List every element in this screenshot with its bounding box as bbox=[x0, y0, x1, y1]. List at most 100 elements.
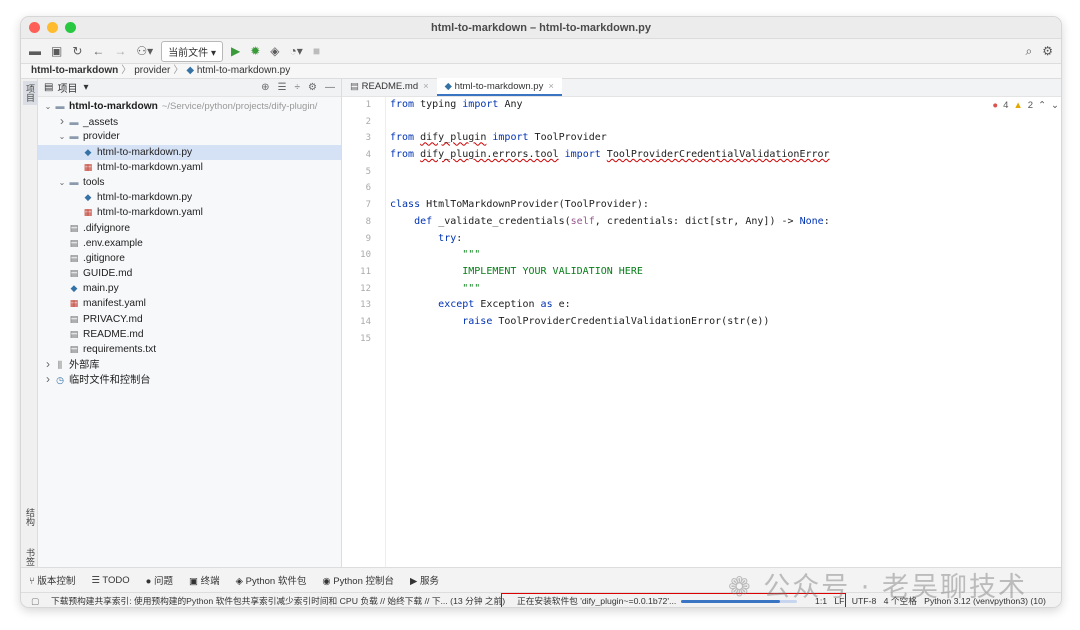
tree-item[interactable]: ▦ html-to-markdown.yaml bbox=[38, 160, 341, 175]
chevron-down-icon[interactable]: ⌄ bbox=[56, 129, 68, 144]
chevron-down-icon[interactable]: ⌄ bbox=[56, 175, 68, 190]
tree-item[interactable]: ▦ html-to-markdown.yaml bbox=[38, 205, 341, 220]
collapse-all-icon[interactable]: ÷ bbox=[295, 82, 301, 93]
sync-icon[interactable]: ↻ bbox=[70, 43, 84, 59]
profile-icon[interactable]: ◔▾ bbox=[288, 43, 305, 59]
tree-item-label: GUIDE.md bbox=[83, 268, 133, 280]
minimize-window-button[interactable] bbox=[47, 22, 58, 33]
settings-icon[interactable]: ⚙ bbox=[1042, 44, 1053, 59]
debug-icon[interactable]: ✹ bbox=[248, 43, 262, 59]
tree-item[interactable]: ▤ README.md bbox=[38, 327, 341, 342]
back-icon[interactable]: ← bbox=[90, 43, 106, 59]
project-tool-tab[interactable]: 项目 bbox=[23, 81, 38, 105]
tree-item[interactable]: ▤ requirements.txt bbox=[38, 342, 341, 357]
left-tool-strip: 项目 结构 书签 bbox=[21, 79, 38, 581]
tool-window-todo[interactable]: ☰ TODO bbox=[91, 575, 129, 586]
tree-item-label: tools bbox=[83, 176, 105, 188]
tree-item[interactable]: › ▬ _assets bbox=[38, 114, 341, 129]
ide-window: html-to-markdown – html-to-markdown.py ▬… bbox=[20, 16, 1062, 608]
close-window-button[interactable] bbox=[29, 22, 40, 33]
tree-item[interactable]: ⌄ ▬ html-to-markdown ~/Service/python/proje… bbox=[38, 99, 341, 114]
tree-item[interactable]: › ⫼ 外部库 bbox=[38, 357, 341, 372]
tool-window-problems[interactable]: ● 问题 bbox=[146, 573, 173, 587]
forward-icon[interactable]: → bbox=[112, 43, 128, 59]
run-configuration-select[interactable]: 当前文件 ▾ bbox=[161, 40, 223, 62]
tree-item[interactable]: ⌄ ▬ tools bbox=[38, 175, 341, 190]
tool-window-label: 终端 bbox=[200, 576, 220, 587]
code-line: IMPLEMENT YOUR VALIDATION HERE bbox=[390, 264, 1053, 281]
folder-icon[interactable]: ▬ bbox=[27, 43, 43, 59]
close-icon[interactable]: × bbox=[423, 81, 429, 92]
library-icon: ⫼ bbox=[57, 360, 63, 371]
vcs-icon[interactable]: ⚇▾ bbox=[134, 43, 155, 59]
coverage-icon[interactable]: ◈ bbox=[268, 43, 281, 59]
bookmarks-tool-tab[interactable]: 书签 bbox=[23, 545, 38, 569]
code-line: except Exception as e: bbox=[390, 297, 1053, 314]
hide-icon[interactable]: — bbox=[325, 82, 335, 93]
breadcrumb-project[interactable]: html-to-markdown bbox=[31, 65, 118, 76]
chevron-right-icon[interactable]: › bbox=[56, 114, 68, 129]
chevron-down-icon[interactable]: ▾ bbox=[83, 82, 88, 93]
text-file-icon: ▤ bbox=[69, 313, 79, 324]
code-string: """ bbox=[390, 282, 481, 294]
project-panel-title[interactable]: 项目 bbox=[57, 80, 77, 95]
code-line: from typing import Any bbox=[390, 97, 1053, 114]
tab-html-to-markdown-py[interactable]: ◆ html-to-markdown.py × bbox=[436, 78, 562, 96]
tree-item[interactable]: › ◷ 临时文件和控制台 bbox=[38, 372, 341, 387]
tab-readme[interactable]: ▤ README.md × bbox=[342, 78, 437, 96]
todo-icon: ☰ bbox=[91, 574, 103, 586]
tree-item[interactable]: ▤ GUIDE.md bbox=[38, 266, 341, 281]
code-self: self bbox=[570, 215, 595, 227]
code-keyword: from bbox=[390, 99, 415, 110]
tree-item[interactable]: ⌄ ▬ provider bbox=[38, 129, 341, 144]
tree-item[interactable]: ▤ PRIVACY.md bbox=[38, 312, 341, 327]
structure-tool-tab[interactable]: 结构 bbox=[23, 505, 38, 529]
tool-window-services[interactable]: ▶ 服务 bbox=[410, 573, 439, 587]
line-number: 10 bbox=[360, 250, 371, 261]
text-file-icon: ▤ bbox=[69, 328, 79, 339]
gear-icon[interactable]: ⚙ bbox=[308, 82, 317, 93]
chevron-right-icon[interactable]: › bbox=[42, 372, 54, 387]
breadcrumb-folder[interactable]: provider bbox=[134, 65, 170, 76]
progress-text[interactable]: 正在安装软件包 'dify_plugin~=0.0.1b72'... bbox=[517, 593, 676, 607]
tree-item[interactable]: ▤ .env.example bbox=[38, 236, 341, 251]
code-editor[interactable]: from typing import Any from dify_plugin i… bbox=[390, 97, 1053, 567]
python-file-icon: ◆ bbox=[186, 65, 195, 76]
chevron-down-icon[interactable]: ⌄ bbox=[42, 99, 54, 114]
zoom-window-button[interactable] bbox=[65, 22, 76, 33]
breadcrumb-file[interactable]: html-to-markdown.py bbox=[197, 65, 290, 76]
close-icon[interactable]: × bbox=[548, 81, 554, 92]
code-line: from dify_plugin import ToolProvider bbox=[390, 130, 1053, 147]
tree-item-label: .gitignore bbox=[83, 252, 125, 264]
tool-window-python-console[interactable]: ◉ Python 控制台 bbox=[322, 573, 394, 587]
code-token: Any bbox=[745, 215, 764, 227]
save-icon[interactable]: ▣ bbox=[49, 43, 64, 59]
locate-icon[interactable]: ⊕ bbox=[261, 82, 269, 93]
tool-window-label: TODO bbox=[102, 574, 130, 586]
tree-item-label: 外部库 bbox=[69, 360, 100, 372]
status-message[interactable]: 下载预构建共享索引: 使用预构建的Python 软件包共享索引减少索引时间和 C… bbox=[51, 593, 505, 607]
tree-item[interactable]: ◆ main.py bbox=[38, 281, 341, 296]
tree-item[interactable]: ◆ html-to-markdown.py bbox=[38, 190, 341, 205]
tool-window-terminal[interactable]: ▣ 终端 bbox=[189, 573, 220, 587]
tree-item-label: .difyignore bbox=[83, 222, 131, 234]
tree-item[interactable]: ▦ manifest.yaml bbox=[38, 296, 341, 311]
search-icon[interactable]: ⌕ bbox=[1026, 44, 1033, 59]
tab-label: README.md bbox=[361, 81, 419, 92]
tree-item[interactable]: ◆ html-to-markdown.py bbox=[38, 144, 341, 160]
wechat-logo-icon: ❁ bbox=[728, 572, 753, 603]
line-number: 1 bbox=[365, 100, 371, 110]
tree-item[interactable]: ▤ .gitignore bbox=[38, 251, 341, 266]
expand-all-icon[interactable]: ☰ bbox=[278, 82, 287, 93]
run-icon[interactable]: ▶ bbox=[229, 43, 242, 59]
tool-window-python-packages[interactable]: ◈ Python 软件包 bbox=[236, 573, 307, 587]
tool-window-vcs[interactable]: ⑂ 版本控制 bbox=[29, 573, 75, 587]
layout-icon[interactable]: ▢ bbox=[31, 593, 39, 607]
tree-item[interactable]: ▤ .difyignore bbox=[38, 221, 341, 236]
stop-icon[interactable]: ■ bbox=[311, 43, 322, 59]
code-keyword: from bbox=[390, 132, 415, 144]
chevron-right-icon[interactable]: › bbox=[42, 357, 54, 372]
code-token: dict bbox=[685, 215, 710, 227]
tree-item-label: 临时文件和控制台 bbox=[69, 375, 151, 387]
